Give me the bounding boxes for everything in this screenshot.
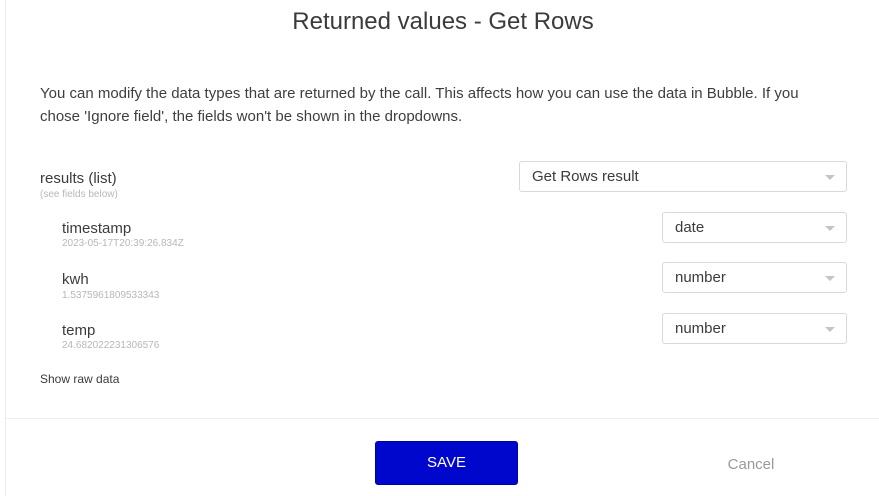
chevron-down-icon: [825, 226, 835, 231]
results-type-dropdown[interactable]: Get Rows result: [519, 161, 847, 192]
show-raw-data-link[interactable]: Show raw data: [40, 372, 119, 386]
results-sub: (see fields below): [40, 189, 118, 200]
field-type-value-timestamp: date: [675, 219, 705, 236]
chevron-down-icon: [825, 175, 835, 180]
field-type-value-kwh: number: [675, 269, 726, 286]
field-type-value-temp: number: [675, 320, 726, 337]
modal-description: You can modify the data types that are r…: [40, 85, 799, 125]
field-name-timestamp: timestamp: [62, 220, 132, 237]
field-sample-temp: 24.682022231306576: [62, 340, 160, 351]
field-name-kwh: kwh: [62, 271, 89, 288]
results-label: results (list): [40, 170, 117, 187]
save-button[interactable]: SAVE: [375, 441, 518, 485]
field-type-dropdown-temp[interactable]: number: [662, 313, 847, 344]
field-type-dropdown-kwh[interactable]: number: [662, 262, 847, 293]
chevron-down-icon: [825, 276, 835, 281]
field-name-temp: temp: [62, 322, 96, 339]
field-sample-timestamp: 2023-05-17T20:39:26.834Z: [62, 238, 184, 249]
returned-values-modal: Returned values - Get Rows You can modif…: [5, 0, 879, 496]
chevron-down-icon: [825, 327, 835, 332]
field-type-dropdown-timestamp[interactable]: date: [662, 212, 847, 243]
field-sample-kwh: 1.5375961809533343: [62, 290, 160, 301]
results-type-value: Get Rows result: [532, 168, 639, 185]
modal-title: Returned values - Get Rows: [292, 8, 594, 35]
cancel-button[interactable]: Cancel: [706, 456, 796, 473]
footer-divider: [6, 418, 879, 419]
